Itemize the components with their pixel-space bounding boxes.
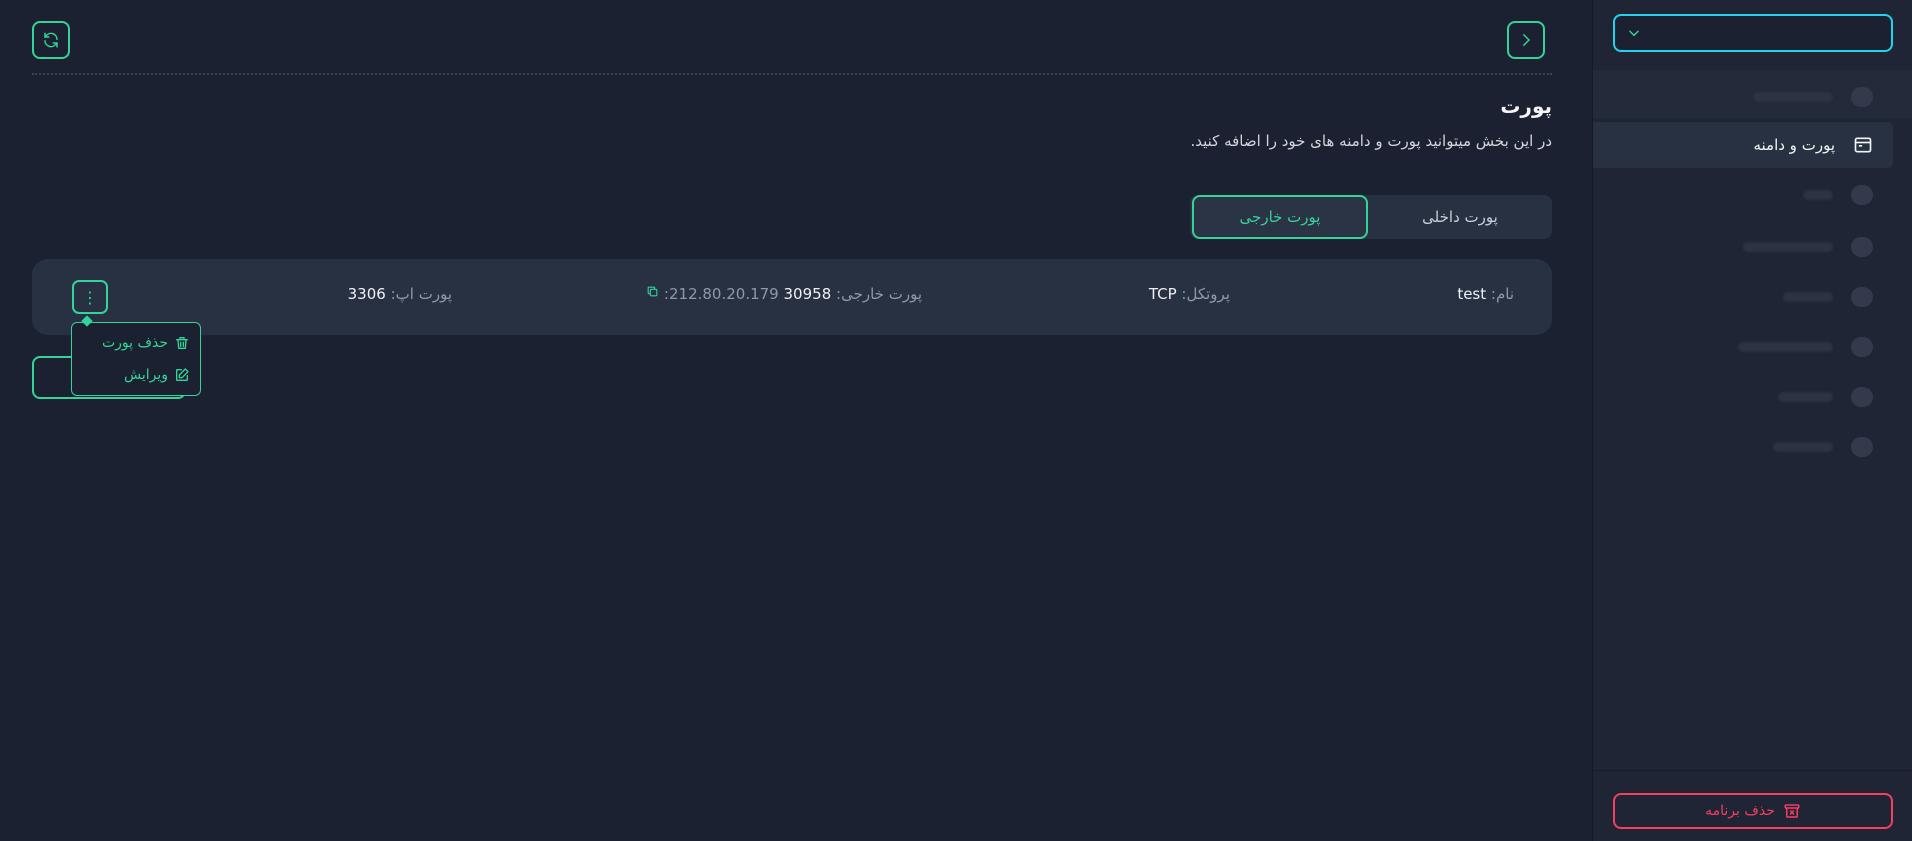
app-port-value: 3306 — [347, 285, 386, 303]
blurred-icon — [1851, 237, 1873, 257]
browser-window-icon — [1854, 137, 1872, 153]
page-title: پورت — [1500, 94, 1552, 118]
app-port-label: پورت اپ: — [390, 285, 452, 303]
delete-port-label: حذف پورت — [101, 335, 168, 351]
sidebar: پورت و دامنه حذف برنامه — [1592, 0, 1912, 841]
main-panel: پورت در این بخش میتوانید پورت و دامنه ها… — [0, 0, 1592, 841]
archive-delete-icon — [1784, 804, 1800, 818]
blurred-icon — [1851, 87, 1873, 107]
protocol-value: TCP — [1148, 285, 1177, 303]
port-tabs: پورت داخلی پورت خارجی — [1190, 195, 1552, 239]
blurred-icon — [1851, 387, 1873, 407]
app-select[interactable] — [1613, 14, 1893, 52]
sidebar-item-blurred-1[interactable] — [1613, 74, 1893, 120]
more-options-button[interactable]: ⋮ — [72, 280, 108, 314]
port-name: نام: test — [1457, 285, 1514, 303]
refresh-button[interactable] — [32, 21, 70, 59]
app-port: پورت اپ: 3306 — [348, 285, 452, 303]
edit-port-label: ویرایش — [123, 367, 168, 383]
sidebar-item-blurred-7[interactable] — [1613, 424, 1893, 470]
blurred-icon — [1851, 437, 1873, 457]
delete-app-label: حذف برنامه — [1705, 803, 1775, 819]
back-button[interactable] — [1507, 21, 1545, 59]
delete-port-menu-item[interactable]: حذف پورت — [102, 331, 190, 355]
external-label: پورت خارجی: — [836, 285, 922, 303]
sidebar-item-blurred-3[interactable] — [1613, 224, 1893, 270]
dots-vertical-icon: ⋮ — [82, 287, 98, 307]
blurred-icon — [1851, 287, 1873, 307]
header-divider — [32, 73, 1552, 75]
refresh-icon — [44, 32, 58, 48]
sidebar-item-label: پورت و دامنه — [1753, 136, 1835, 154]
sidebar-item-blurred-5[interactable] — [1613, 324, 1893, 370]
blurred-icon — [1851, 185, 1873, 205]
page-description: در این بخش میتوانید پورت و دامنه های خود… — [1190, 132, 1552, 150]
port-protocol: پروتکل: TCP — [1149, 285, 1230, 303]
chevron-down-icon — [1629, 30, 1639, 37]
tab-internal-port[interactable]: پورت داخلی — [1368, 195, 1552, 239]
port-options-menu: حذف پورت ویرایش — [71, 322, 201, 396]
trash-icon — [176, 337, 188, 349]
sidebar-item-blurred-6[interactable] — [1613, 374, 1893, 420]
delete-app-button[interactable]: حذف برنامه — [1613, 793, 1893, 829]
sidebar-divider — [1593, 770, 1912, 771]
chevron-right-icon — [1523, 34, 1530, 46]
port-card: نام: test پروتکل: TCP پورت خارجی: 30958 … — [32, 259, 1552, 335]
sidebar-item-blurred-2[interactable] — [1613, 172, 1893, 218]
external-port-value: 30958 — [783, 285, 832, 303]
protocol-label: پروتکل: — [1181, 285, 1230, 303]
name-label: نام: — [1490, 285, 1514, 303]
external-ip-value: 212.80.20.179: — [663, 285, 779, 303]
port-external: پورت خارجی: 30958 212.80.20.179: — [646, 285, 922, 303]
sidebar-item-blurred-4[interactable] — [1613, 274, 1893, 320]
sidebar-item-port-domain[interactable]: پورت و دامنه — [1593, 122, 1893, 168]
edit-port-menu-item[interactable]: ویرایش — [124, 363, 190, 387]
blurred-icon — [1851, 337, 1873, 357]
name-value: test — [1457, 285, 1487, 303]
edit-icon — [176, 368, 189, 381]
tab-external-port[interactable]: پورت خارجی — [1192, 195, 1368, 239]
copy-icon[interactable] — [646, 285, 659, 303]
